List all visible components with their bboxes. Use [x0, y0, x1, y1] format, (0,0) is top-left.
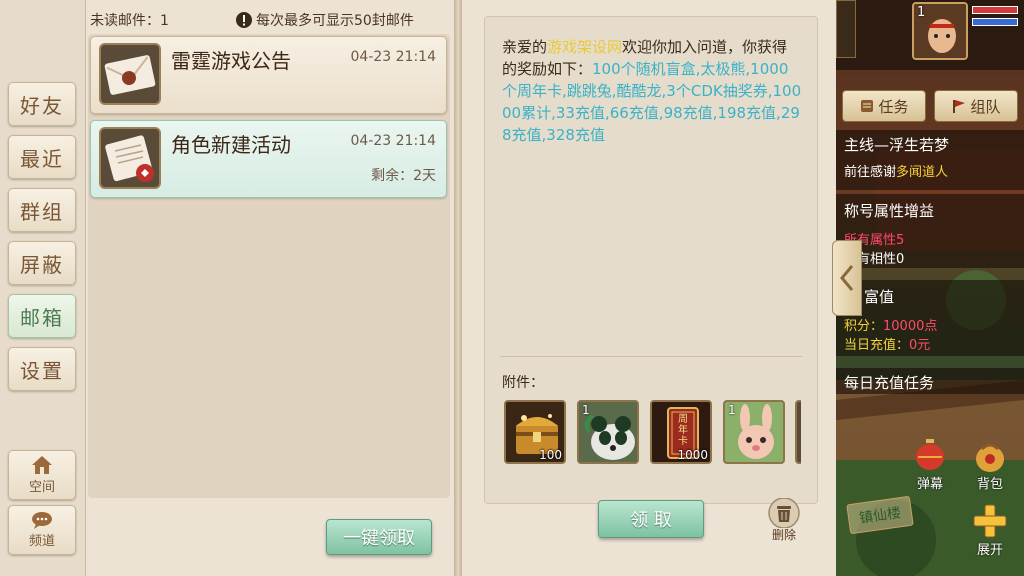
panel-divider: [454, 0, 462, 576]
bag-icon: [976, 443, 1004, 472]
mail-body: 亲爱的游戏架设网欢迎你加入问道，你获得的奖励如下：100个随机盲盒,太极熊,10…: [502, 36, 802, 146]
mp-bar: [972, 18, 1018, 26]
points-value: 10000点: [883, 319, 938, 334]
unread-count: 1: [160, 13, 169, 29]
edge-button: [836, 0, 856, 58]
exclamation-icon: [236, 12, 252, 28]
delete-button[interactable]: 删除: [766, 498, 802, 544]
attachment-slot-chest[interactable]: 100: [504, 400, 566, 464]
mail-title: 雷霆游戏公告: [171, 49, 291, 73]
bonus-2: 所有相性0: [844, 252, 905, 267]
attachment-slot-partial: [795, 400, 801, 464]
limit-notice: 每次最多可显示50封邮件: [236, 10, 414, 30]
sidebar-item-recent[interactable]: 最近: [8, 135, 76, 179]
daily-recharge-value: 0元: [909, 338, 931, 353]
attachment-slot-anniversary-card[interactable]: 周年卡 1000: [650, 400, 712, 464]
channel-label: 频道: [28, 534, 55, 549]
greeting-text: 亲爱的: [502, 38, 548, 56]
trash-icon: [768, 498, 800, 528]
danmu-label: 弹幕: [916, 477, 943, 492]
bonus-1: 所有属性5: [844, 233, 905, 248]
sidebar-item-label: 设置: [20, 358, 64, 383]
card-text: 周年卡: [678, 414, 688, 447]
sidebar-item-friends[interactable]: 好友: [8, 82, 76, 126]
house-icon: [32, 456, 52, 474]
bag-label: 背包: [976, 477, 1003, 492]
limit-notice-text: 每次最多可显示50封邮件: [256, 13, 414, 29]
team-tab[interactable]: 组队: [934, 90, 1018, 122]
title-bonus[interactable]: 称号属性增益 所有属性5 所有相性0: [836, 194, 1024, 268]
chevron-left-icon: [840, 265, 854, 291]
danmu-button[interactable]: 弹幕: [904, 438, 956, 492]
attachment-slot-panda[interactable]: 1: [577, 400, 639, 464]
scroll-icon: [861, 100, 874, 112]
flag-icon: [953, 100, 966, 113]
quest-title: 主线—浮生若梦: [844, 136, 950, 154]
envelope-icon: [99, 43, 161, 105]
claim-all-button[interactable]: 一键领取: [326, 519, 432, 555]
mail-remaining-time: 剩余：2天: [371, 168, 436, 184]
quest-target: 多闻道人: [896, 165, 949, 180]
level-badge: 1: [917, 5, 926, 20]
item-num: 1: [728, 403, 736, 417]
sidebar-item-label: 屏蔽: [20, 252, 64, 277]
quest-desc: 前往感谢: [844, 165, 897, 180]
expand-button[interactable]: 展开: [964, 500, 1016, 558]
attachment-slot-bunny[interactable]: 1: [723, 400, 785, 464]
unread-label: 未读邮件：: [90, 13, 160, 29]
letter-with-badge-icon: [99, 127, 161, 189]
lantern-icon: [916, 439, 944, 470]
wealth-label: 富值: [864, 288, 895, 306]
space-button[interactable]: 空间: [8, 450, 76, 500]
daily-task[interactable]: 每日充值任务: [836, 368, 1024, 394]
mail-time: 04-23 21:14: [350, 49, 436, 65]
main-quest[interactable]: 主线—浮生若梦 前往感谢多闻道人: [836, 130, 1024, 190]
expand-label: 展开: [976, 543, 1003, 558]
space-label: 空间: [28, 480, 55, 495]
mail-time: 04-23 21:14: [350, 133, 436, 149]
task-tab[interactable]: 任务: [842, 90, 926, 122]
sidebar-item-label: 邮箱: [20, 305, 64, 330]
title-bonus-label: 称号属性增益: [844, 202, 935, 220]
mail-item-announcement[interactable]: 雷霆游戏公告 04-23 21:14: [90, 36, 447, 114]
sidebar-item-settings[interactable]: 设置: [8, 347, 76, 391]
sidebar-item-label: 群组: [20, 199, 64, 224]
item-count: 100: [539, 448, 562, 462]
team-tab-label: 组队: [970, 97, 1001, 116]
hp-bar: [972, 6, 1018, 14]
channel-button[interactable]: 频道: [8, 505, 76, 555]
wealth-panel[interactable]: 富值 积分：10000点 当日充值：0元: [836, 280, 1024, 356]
daily-recharge-label: 当日充值：: [844, 338, 910, 353]
mail-item-new-role-event[interactable]: 角色新建活动 04-23 21:14 剩余：2天: [90, 120, 447, 198]
daily-task-label: 每日充值任务: [844, 374, 935, 392]
sidebar-item-label: 好友: [20, 93, 64, 118]
collapse-handle[interactable]: [832, 240, 862, 316]
sidebar-item-label: 最近: [20, 146, 64, 171]
chat-bubble-icon: [32, 512, 52, 529]
claim-button[interactable]: 领 取: [598, 500, 704, 538]
attachment-label: 附件：: [502, 375, 544, 391]
item-num: 1: [582, 403, 590, 417]
points-label: 积分：: [844, 319, 884, 334]
task-tab-label: 任务: [878, 97, 909, 116]
sidebar-item-blocked[interactable]: 屏蔽: [8, 241, 76, 285]
delete-label: 删除: [771, 528, 796, 542]
separator: [500, 356, 802, 357]
mail-title: 角色新建活动: [171, 133, 291, 157]
item-count: 1000: [677, 448, 708, 462]
avatar[interactable]: 1: [912, 2, 968, 60]
site-name: 游戏架设网: [547, 38, 623, 56]
sidebar-item-mailbox[interactable]: 邮箱: [8, 294, 76, 338]
plus-icon: [973, 504, 1007, 538]
sidebar-item-groups[interactable]: 群组: [8, 188, 76, 232]
unread-count-text: 未读邮件：1: [90, 10, 169, 30]
bag-button[interactable]: 背包: [964, 438, 1016, 492]
